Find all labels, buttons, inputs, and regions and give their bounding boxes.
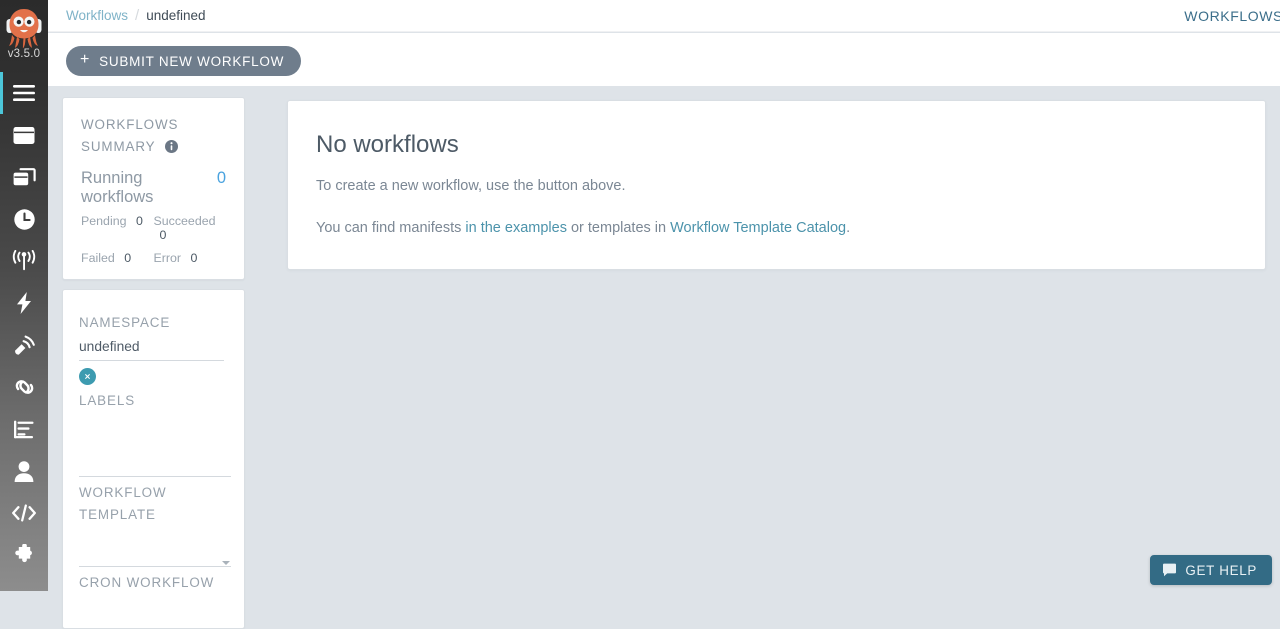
summary-heading-line1: WORKFLOWS: [81, 114, 226, 136]
empty-state-line-2: You can find manifests in the examples o…: [316, 217, 1237, 239]
sidebar-item-sensors[interactable]: [0, 282, 48, 324]
empty-line2-middle: or templates in: [567, 220, 670, 236]
labels-input[interactable]: [79, 450, 231, 477]
stat-failed: Failed 0: [81, 251, 154, 265]
workflows-summary-card: WORKFLOWS SUMMARY Running workflows 0: [62, 97, 245, 280]
chat-bubble-icon: [1162, 563, 1177, 577]
sidebar-item-user[interactable]: [0, 450, 48, 492]
labels-field-block: LABELS: [79, 390, 228, 477]
sidebar-item-menu[interactable]: [0, 72, 48, 114]
api-docs-code-icon: [11, 503, 37, 523]
namespace-clear-button[interactable]: [79, 368, 96, 385]
sidebar-item-api-docs[interactable]: [0, 492, 48, 534]
workflow-template-label-line2: TEMPLATE: [79, 504, 228, 526]
stat-pending-label: Pending: [81, 214, 126, 228]
reports-bar-chart-icon: [12, 419, 36, 440]
workflow-template-label-line1: WORKFLOW: [79, 482, 228, 504]
content-area: WORKFLOWS SUMMARY Running workflows 0: [48, 86, 1280, 591]
empty-state-line-1: To create a new workflow, use the button…: [316, 175, 1237, 197]
get-help-button[interactable]: GET HELP: [1150, 555, 1272, 585]
top-header-bar: Workflows / undefined WORKFLOWS: [48, 0, 1280, 32]
page-title: WORKFLOWS: [1184, 0, 1280, 32]
namespace-field-block: NAMESPACE: [79, 312, 228, 385]
no-workflows-panel: No workflows To create a new workflow, u…: [287, 100, 1266, 270]
workflow-filters-card: NAMESPACE LABELS WORKFLOW TEMPLATE: [62, 289, 245, 629]
left-nav-rail: v3.5.0: [0, 0, 48, 591]
breadcrumb-current: undefined: [146, 8, 205, 23]
empty-line2-suffix: .: [846, 220, 850, 236]
stat-error-value: 0: [191, 251, 198, 265]
summary-heading-line2-row: SUMMARY: [81, 136, 226, 160]
event-flow-satellite-icon: [12, 333, 36, 357]
get-help-label: GET HELP: [1185, 563, 1257, 578]
breadcrumb: Workflows / undefined: [48, 7, 206, 24]
user-icon: [13, 460, 35, 483]
sidebar-item-workflow-templates[interactable]: [0, 156, 48, 198]
close-x-icon: [85, 373, 90, 380]
app-logo-block[interactable]: v3.5.0: [0, 0, 48, 72]
pipelines-link-icon: [12, 376, 37, 398]
cron-workflows-clock-icon: [13, 208, 36, 231]
workflow-templates-icon: [12, 166, 36, 188]
event-sources-antenna-icon: [11, 250, 37, 272]
stat-succeeded: Succeeded 0: [154, 214, 227, 242]
app-version-label: v3.5.0: [0, 48, 48, 60]
namespace-label: NAMESPACE: [79, 312, 228, 334]
stat-failed-label: Failed: [81, 251, 115, 265]
examples-link[interactable]: in the examples: [465, 220, 567, 236]
submit-new-workflow-button[interactable]: + SUBMIT NEW WORKFLOW: [66, 46, 301, 76]
chevron-down-icon[interactable]: [222, 561, 230, 565]
running-workflows-row: Running workflows 0: [81, 169, 226, 207]
stat-pending-value: 0: [136, 214, 143, 228]
breadcrumb-link-workflows[interactable]: Workflows: [66, 8, 128, 23]
workflows-icon: [12, 125, 36, 146]
sensors-bolt-icon: [15, 291, 33, 315]
argo-octopus-logo-icon: [2, 2, 46, 48]
sidebar-item-reports[interactable]: [0, 408, 48, 450]
filter-column: WORKFLOWS SUMMARY Running workflows 0: [62, 97, 245, 629]
breadcrumb-separator: /: [135, 7, 139, 24]
stat-failed-value: 0: [124, 251, 131, 265]
plus-icon: +: [80, 52, 90, 68]
stat-succeeded-label: Succeeded: [154, 214, 216, 228]
workflow-status-stats: Pending 0 Succeeded 0 Failed 0 Error 0: [81, 214, 226, 265]
sidebar-item-plugins[interactable]: [0, 534, 48, 576]
sidebar-item-event-sources[interactable]: [0, 240, 48, 282]
stat-error-label: Error: [154, 251, 182, 265]
summary-heading-line2: SUMMARY: [81, 139, 155, 154]
action-bar: + SUBMIT NEW WORKFLOW: [48, 33, 1280, 86]
info-circle-icon[interactable]: [165, 138, 178, 160]
running-workflows-label: Running workflows: [81, 169, 208, 207]
stat-succeeded-value: 0: [160, 228, 167, 242]
sidebar-item-pipelines[interactable]: [0, 366, 48, 408]
workflow-template-field-block: WORKFLOW TEMPLATE: [79, 482, 228, 567]
namespace-input[interactable]: [79, 334, 224, 361]
empty-line2-prefix: You can find manifests: [316, 220, 465, 236]
workflow-template-input[interactable]: [79, 540, 231, 567]
submit-new-workflow-label: SUBMIT NEW WORKFLOW: [99, 54, 284, 69]
labels-label: LABELS: [79, 390, 228, 412]
plugins-puzzle-icon: [13, 544, 36, 567]
sidebar-item-workflows[interactable]: [0, 114, 48, 156]
workflows-summary-heading: WORKFLOWS SUMMARY: [81, 114, 226, 160]
stat-error: Error 0: [154, 251, 227, 265]
empty-state-title: No workflows: [316, 131, 1237, 159]
sidebar-item-event-flow[interactable]: [0, 324, 48, 366]
hamburger-menu-icon: [12, 84, 36, 102]
workflow-template-catalog-link[interactable]: Workflow Template Catalog: [670, 220, 846, 236]
running-workflows-count: 0: [217, 169, 226, 188]
sidebar-item-cron-workflows[interactable]: [0, 198, 48, 240]
stat-pending: Pending 0: [81, 214, 154, 242]
